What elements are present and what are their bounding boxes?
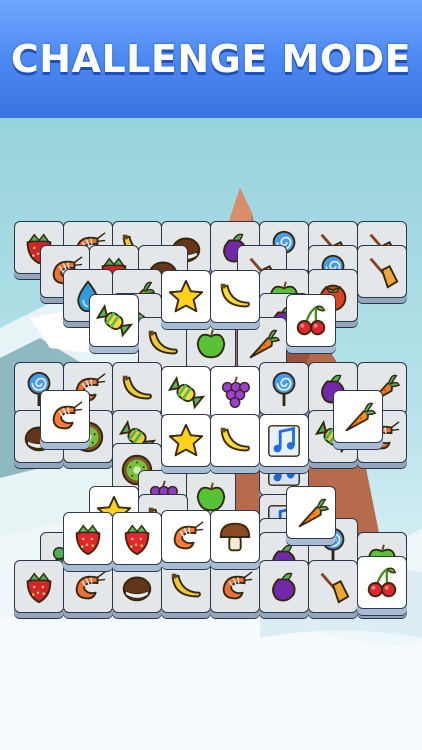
mahjong-tile-strawberry[interactable]: [63, 512, 113, 565]
mahjong-tile-eggplant[interactable]: [259, 560, 309, 613]
banana-icon: [122, 375, 152, 399]
title-banner: CHALLENGE MODE: [0, 0, 422, 118]
mahjong-tile-shrimp[interactable]: [40, 390, 90, 443]
music-note-icon: [268, 424, 300, 457]
mahjong-tile-music-note[interactable]: [259, 414, 309, 467]
star-icon: [168, 279, 204, 312]
carrot-icon: [249, 329, 281, 358]
mahjong-tile-shrimp[interactable]: [210, 560, 260, 613]
mahjong-tile-candy[interactable]: [161, 366, 211, 419]
mahjong-tile-cherries[interactable]: [286, 294, 336, 347]
mahjong-tile-cherries[interactable]: [357, 556, 407, 609]
carrot-icon: [345, 402, 377, 431]
mahjong-tile-banana[interactable]: [161, 560, 211, 613]
mahjong-tile-star[interactable]: [161, 414, 211, 467]
strawberry-icon: [75, 524, 101, 555]
banana-icon: [220, 427, 250, 451]
strawberry-icon: [26, 572, 52, 603]
candy-icon: [167, 375, 205, 409]
mahjong-tile-broom[interactable]: [357, 245, 407, 298]
mahjong-tile-lollipop[interactable]: [259, 362, 309, 415]
mahjong-tile-coconut[interactable]: [112, 560, 162, 613]
shrimp-icon: [75, 570, 106, 599]
game-scene: [0, 118, 422, 750]
broom-icon: [320, 572, 350, 604]
mahjong-tile-carrot[interactable]: [286, 486, 336, 539]
mahjong-tile-banana[interactable]: [112, 362, 162, 415]
star-icon: [168, 423, 204, 456]
mahjong-tile-mushroom[interactable]: [210, 510, 260, 563]
banana-icon: [220, 283, 250, 307]
carrot-icon: [298, 498, 330, 527]
mahjong-tile-strawberry[interactable]: [112, 512, 162, 565]
mahjong-tile-banana[interactable]: [210, 414, 260, 467]
mahjong-tile-grapes[interactable]: [210, 366, 260, 419]
banana-icon: [171, 573, 201, 597]
mahjong-tile-shrimp[interactable]: [161, 510, 211, 563]
mahjong-tile-broom[interactable]: [308, 560, 358, 613]
mahjong-tile-shrimp[interactable]: [63, 560, 113, 613]
mahjong-tile-star[interactable]: [161, 270, 211, 323]
candy-icon: [95, 303, 133, 337]
eggplant-icon: [272, 572, 296, 601]
mahjong-tile-strawberry[interactable]: [14, 560, 64, 613]
grapes-icon: [221, 376, 250, 408]
cherries-icon: [367, 567, 397, 597]
banner-title: CHALLENGE MODE: [10, 37, 412, 81]
lollipop-icon: [272, 371, 296, 406]
mahjong-tile-apple[interactable]: [186, 317, 236, 370]
banana-icon: [148, 330, 178, 354]
mahjong-tile-banana[interactable]: [210, 270, 260, 323]
apple-icon: [196, 328, 226, 358]
broom-icon: [369, 257, 399, 289]
shrimp-icon: [52, 400, 83, 429]
mushroom-icon: [219, 522, 251, 551]
cherries-icon: [296, 305, 326, 335]
mahjong-tile-candy[interactable]: [89, 294, 139, 347]
coconut-icon: [122, 576, 152, 601]
shrimp-icon: [222, 570, 253, 599]
mahjong-tile-carrot[interactable]: [333, 390, 383, 443]
strawberry-icon: [124, 524, 150, 555]
shrimp-icon: [173, 520, 204, 549]
